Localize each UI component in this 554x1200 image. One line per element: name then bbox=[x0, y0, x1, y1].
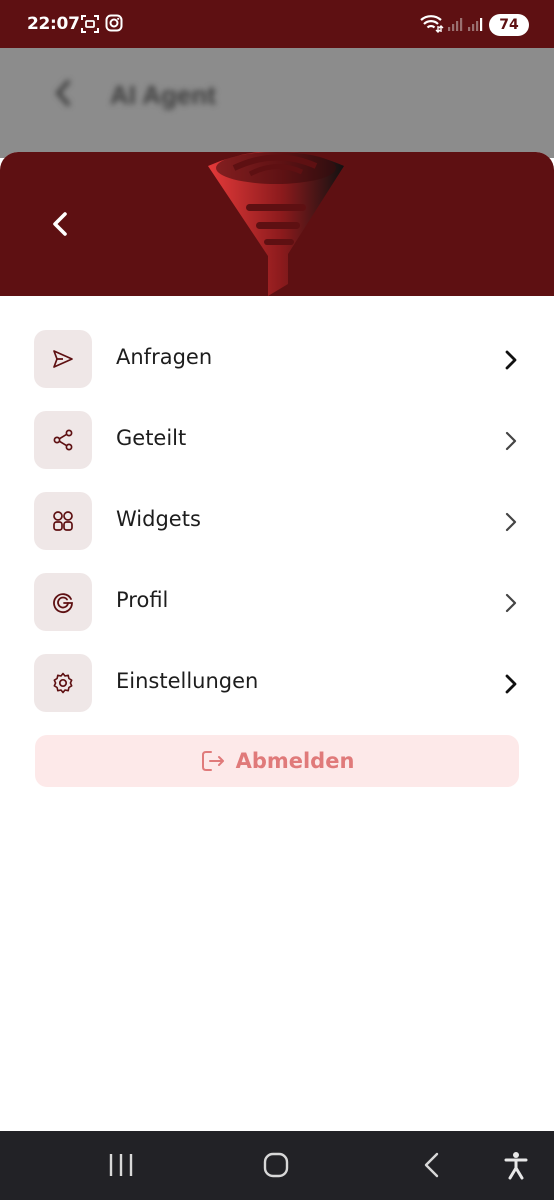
screenshot-icon bbox=[80, 14, 100, 39]
menu-item-label: Widgets bbox=[116, 507, 201, 531]
signal-icon bbox=[467, 16, 483, 37]
back-button[interactable] bbox=[40, 202, 84, 246]
profile-g-icon bbox=[53, 593, 73, 613]
background-page-header bbox=[0, 48, 554, 158]
battery-icon: 74 bbox=[489, 14, 529, 36]
menu-item-einstellungen[interactable]: Einstellungen bbox=[34, 654, 524, 714]
chevron-right-icon bbox=[505, 674, 517, 694]
menu-item-label: Profil bbox=[116, 588, 169, 612]
menu-icon-tile bbox=[34, 411, 92, 469]
menu-sheet: Anfragen Geteilt Widgets Profil Einstell… bbox=[0, 152, 554, 1132]
instagram-icon bbox=[105, 14, 123, 37]
background-page-title: AI Agent bbox=[110, 80, 216, 110]
logout-button[interactable]: Abmelden bbox=[35, 735, 519, 787]
chevron-right-icon bbox=[505, 512, 517, 532]
menu-item-label: Geteilt bbox=[116, 426, 187, 450]
status-time: 22:07 bbox=[27, 14, 80, 34]
menu-item-label: Einstellungen bbox=[116, 669, 259, 693]
share-icon bbox=[53, 429, 73, 451]
signal-icon bbox=[447, 16, 463, 37]
chevron-right-icon bbox=[505, 593, 517, 613]
settings-gear-icon bbox=[53, 672, 73, 694]
widgets-icon bbox=[53, 511, 73, 531]
status-bar: 22:07 74 bbox=[0, 0, 554, 48]
chevron-right-icon bbox=[505, 431, 517, 451]
funnel-logo-icon bbox=[208, 152, 344, 296]
logout-label: Abmelden bbox=[235, 749, 355, 773]
menu-item-label: Anfragen bbox=[116, 345, 213, 369]
back-nav-icon[interactable] bbox=[420, 1151, 444, 1184]
wifi-icon bbox=[420, 15, 444, 38]
system-nav-bar bbox=[0, 1131, 554, 1200]
menu-icon-tile bbox=[34, 573, 92, 631]
send-icon bbox=[53, 350, 73, 368]
background-back-icon bbox=[50, 78, 78, 113]
home-icon[interactable] bbox=[262, 1151, 290, 1184]
menu-item-anfragen[interactable]: Anfragen bbox=[34, 330, 524, 390]
menu-item-profil[interactable]: Profil bbox=[34, 573, 524, 633]
menu-item-widgets[interactable]: Widgets bbox=[34, 492, 524, 552]
recent-apps-icon[interactable] bbox=[106, 1151, 136, 1184]
menu-icon-tile bbox=[34, 492, 92, 550]
menu-icon-tile bbox=[34, 330, 92, 388]
menu-item-geteilt[interactable]: Geteilt bbox=[34, 411, 524, 471]
logout-icon bbox=[201, 751, 224, 771]
menu-icon-tile bbox=[34, 654, 92, 712]
accessibility-icon[interactable] bbox=[502, 1150, 530, 1185]
chevron-right-icon bbox=[505, 350, 517, 370]
